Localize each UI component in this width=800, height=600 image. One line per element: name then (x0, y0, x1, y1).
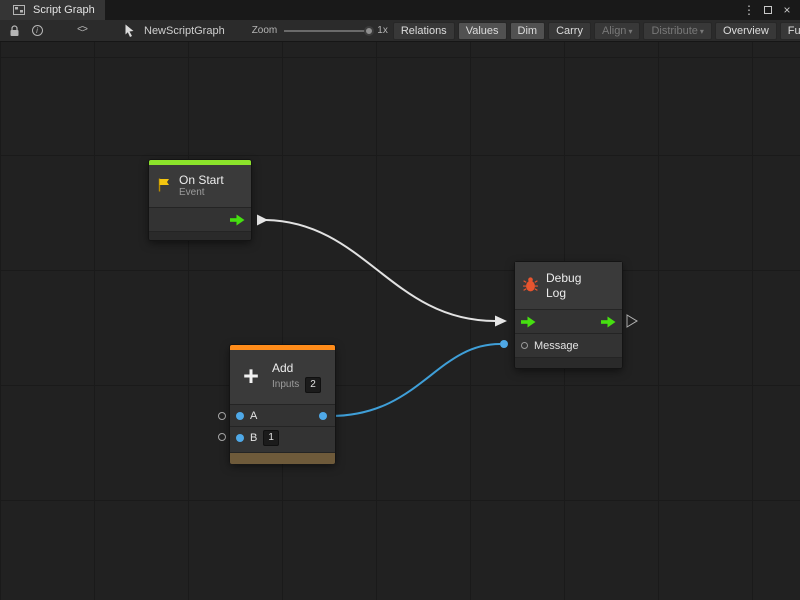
carry-button[interactable]: Carry (548, 22, 591, 40)
flow-output-port[interactable] (230, 214, 245, 226)
graph-toolbar: i <> NewScriptGraph Zoom 1x Relations Va… (0, 20, 800, 42)
menu-icon[interactable]: ⋮ (741, 2, 757, 18)
close-icon[interactable]: × (779, 2, 795, 18)
port-b-label: B (250, 432, 257, 444)
port-b-input[interactable] (236, 434, 244, 442)
wire-add-to-message[interactable] (330, 344, 500, 416)
dim-button[interactable]: Dim (510, 22, 546, 40)
add-port-a-external-dot[interactable] (219, 413, 226, 420)
graph-name: NewScriptGraph (144, 25, 225, 37)
node-subtitle: Event (179, 187, 224, 200)
info-icon[interactable]: i (28, 22, 46, 40)
zoom-value: 1x (377, 25, 388, 36)
overview-button[interactable]: Overview (715, 22, 777, 40)
node-subtitle: Log (546, 286, 581, 300)
wire-blue-endpoint[interactable] (500, 340, 508, 348)
chevron-down-icon: ▾ (628, 27, 632, 36)
message-input-port[interactable] (521, 342, 528, 349)
wire-onstart-to-log[interactable] (266, 220, 495, 321)
inputs-count-field[interactable]: 2 (305, 377, 321, 393)
wire-source-arrowhead[interactable] (257, 215, 268, 226)
bug-icon (522, 276, 539, 296)
node-debug-log[interactable]: Debug Log Message (515, 262, 622, 368)
script-graph-window: Script Graph ⋮ × i <> NewScriptGraph Zoo… (0, 0, 800, 600)
values-button[interactable]: Values (458, 22, 507, 40)
port-a-input[interactable] (236, 412, 244, 420)
title-bar: Script Graph ⋮ × (0, 0, 800, 20)
wires-layer (0, 42, 800, 600)
zoom-slider-handle[interactable] (364, 26, 374, 36)
node-footer (515, 357, 622, 368)
relations-button[interactable]: Relations (393, 22, 455, 40)
node-title: On Start (179, 173, 224, 187)
message-port-label: Message (534, 340, 579, 352)
lock-icon[interactable] (5, 22, 23, 40)
add-port-b-external-dot[interactable] (219, 434, 226, 441)
code-icon[interactable]: <> (73, 22, 91, 40)
port-a-label: A (250, 410, 257, 422)
node-footer (230, 452, 335, 464)
plus-icon: + (237, 363, 265, 391)
wire-target-arrowhead[interactable] (495, 316, 507, 327)
graph-canvas[interactable]: On Start Event Debug Log (0, 42, 800, 600)
sum-output-port[interactable] (319, 412, 327, 420)
flag-icon (156, 177, 172, 196)
node-footer (149, 231, 251, 240)
window-controls: ⋮ × (741, 0, 800, 20)
inputs-label: Inputs (272, 379, 299, 392)
zoom-slider[interactable] (284, 30, 370, 32)
cursor-icon (120, 22, 138, 40)
tab-script-graph[interactable]: Script Graph (0, 0, 105, 20)
node-add[interactable]: + Add Inputs 2 A B 1 (230, 345, 335, 463)
zoom-control: Zoom 1x (252, 25, 388, 36)
maximize-icon[interactable] (760, 2, 776, 18)
flow-output-port[interactable] (601, 316, 616, 328)
zoom-label: Zoom (252, 25, 278, 36)
tab-title: Script Graph (33, 4, 95, 16)
node-on-start[interactable]: On Start Event (149, 160, 251, 240)
log-output-external-triangle[interactable] (627, 315, 637, 327)
chevron-down-icon: ▾ (700, 27, 704, 36)
node-title: Add (272, 361, 321, 375)
toolbar-buttons: Relations Values Dim Carry Align▾ Distri… (393, 22, 800, 40)
graph-breadcrumb[interactable]: NewScriptGraph (120, 22, 225, 40)
distribute-dropdown[interactable]: Distribute▾ (643, 22, 711, 40)
script-graph-icon (10, 1, 28, 19)
align-dropdown[interactable]: Align▾ (594, 22, 640, 40)
full-screen-button[interactable]: Full S (780, 22, 800, 40)
flow-input-port[interactable] (521, 316, 536, 328)
node-title: Debug (546, 271, 581, 285)
port-b-value-field[interactable]: 1 (263, 430, 279, 446)
